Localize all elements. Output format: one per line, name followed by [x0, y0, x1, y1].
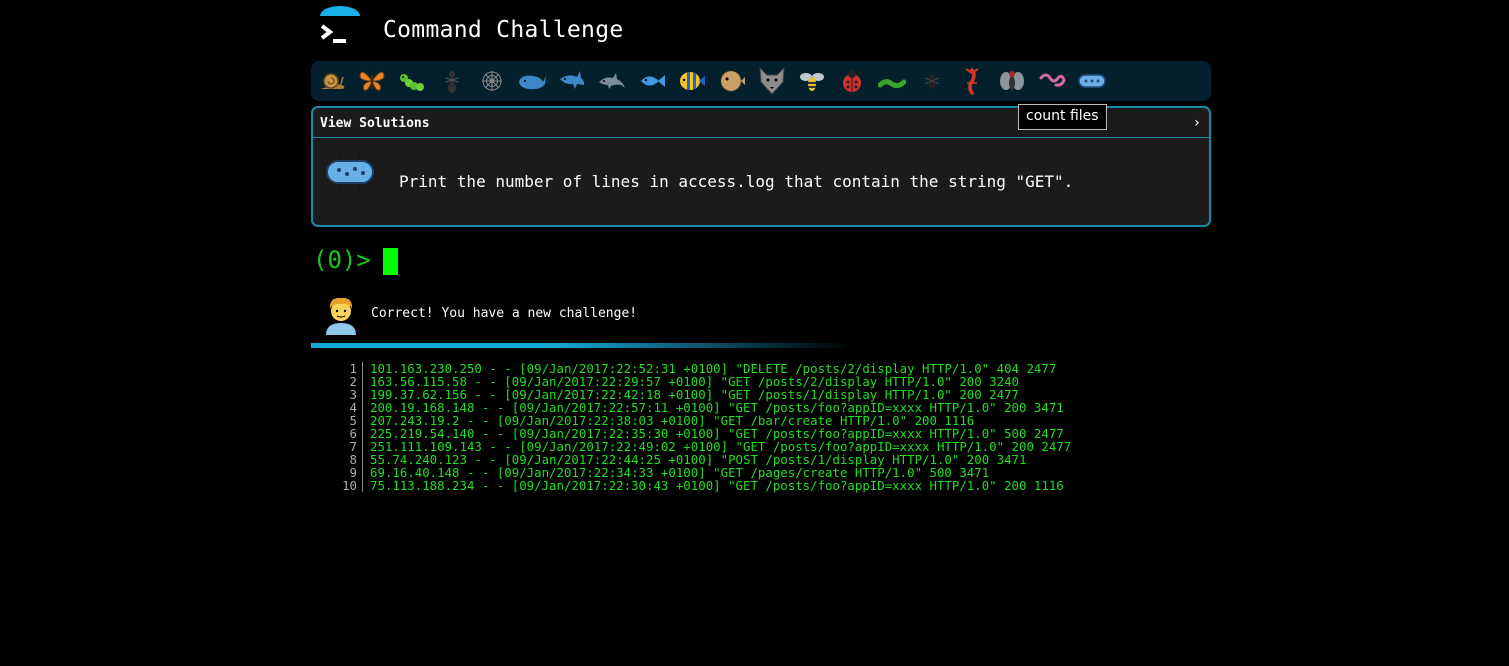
ladybug-icon[interactable] — [837, 66, 867, 96]
tropical-fish-icon[interactable] — [677, 66, 707, 96]
line-number: 6 — [330, 427, 363, 440]
app-title: Command Challenge — [383, 17, 624, 43]
line-number: 1 — [330, 362, 363, 375]
chevron-right-icon[interactable]: › — [1193, 115, 1201, 131]
badge-tooltip: count files — [1018, 104, 1107, 130]
log-line-text: 75.113.188.234 - - [09/Jan/2017:22:30:43… — [370, 478, 1064, 493]
line-number: 3 — [330, 388, 363, 401]
fish-icon[interactable] — [637, 66, 667, 96]
bee-icon[interactable] — [797, 66, 827, 96]
log-output: 1 101.163.230.250 - - [09/Jan/2017:22:52:… — [330, 362, 1071, 492]
scorpion-icon[interactable] — [957, 66, 987, 96]
terminal-cursor[interactable] — [383, 248, 398, 275]
line-number: 2 — [330, 375, 363, 388]
challenge-badge-bar — [311, 61, 1211, 101]
terminal-prompt: (0)> — [313, 246, 371, 274]
shark-icon[interactable] — [557, 66, 587, 96]
fly-icon[interactable] — [997, 66, 1027, 96]
view-solutions-label[interactable]: View Solutions — [320, 116, 430, 131]
line-number: 8 — [330, 453, 363, 466]
line-number: 7 — [330, 440, 363, 453]
whale-icon[interactable] — [517, 66, 547, 96]
caterpillar-icon[interactable] — [397, 66, 427, 96]
header: Command Challenge — [318, 6, 1218, 54]
line-number: 4 — [330, 401, 363, 414]
snail-icon[interactable] — [317, 66, 347, 96]
butterfly-icon[interactable] — [357, 66, 387, 96]
worm-icon[interactable] — [877, 66, 907, 96]
microbe-icon — [323, 155, 377, 192]
blowfish-icon[interactable] — [717, 66, 747, 96]
feedback-message: Correct! You have a new challenge! — [371, 306, 638, 321]
terminal-logo-icon — [318, 6, 362, 50]
spider-icon[interactable] — [917, 66, 947, 96]
dolphin-icon[interactable] — [597, 66, 627, 96]
spider-web-icon[interactable] — [477, 66, 507, 96]
divider — [311, 343, 851, 348]
line-number: 5 — [330, 414, 363, 427]
line-number: 10 — [330, 479, 363, 492]
ant-icon[interactable] — [437, 66, 467, 96]
microbe-icon[interactable] — [1077, 66, 1107, 96]
wolf-icon[interactable] — [757, 66, 787, 96]
earthworm-icon[interactable] — [1037, 66, 1067, 96]
challenge-description: Print the number of lines in access.log … — [399, 172, 1074, 191]
person-avatar-icon — [323, 295, 359, 339]
log-line: 10 75.113.188.234 - - [09/Jan/2017:22:30:… — [330, 479, 1071, 492]
